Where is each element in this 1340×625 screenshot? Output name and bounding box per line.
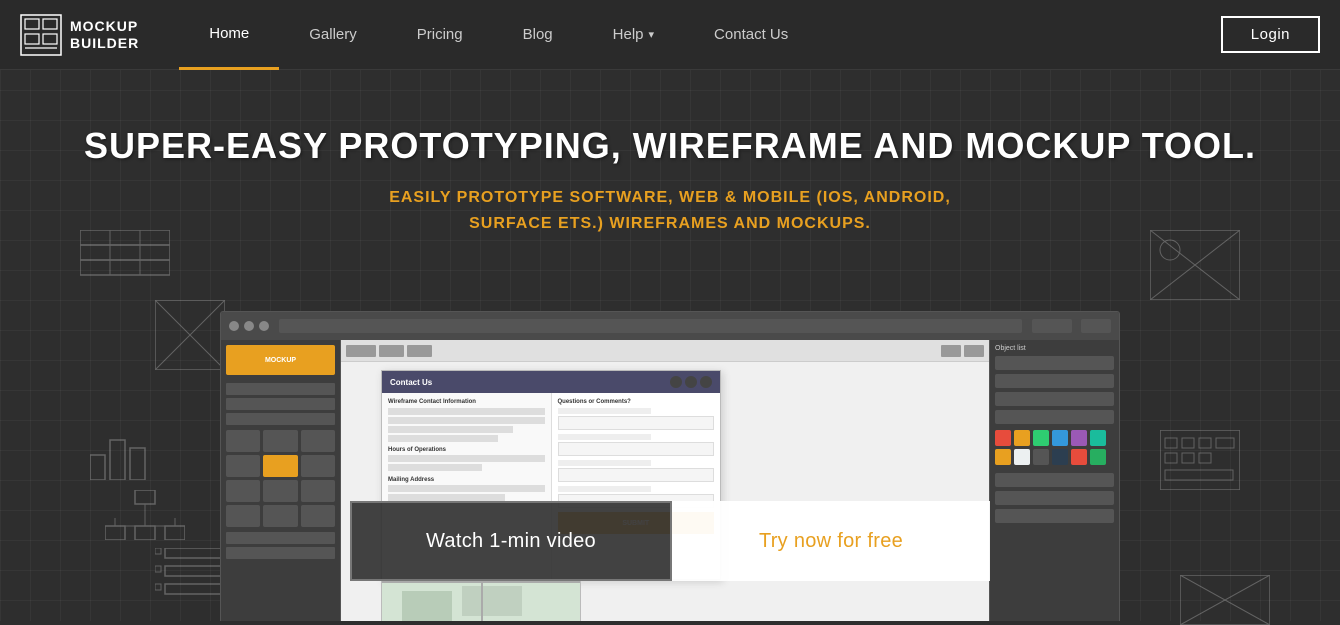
cta-container: Watch 1-min video Try now for free	[350, 501, 990, 581]
navbar: MOCKUP BUILDER Home Gallery Pricing Blog…	[0, 0, 1340, 70]
chevron-down-icon: ▾	[649, 28, 655, 41]
nav-gallery[interactable]: Gallery	[279, 0, 387, 70]
nav-help[interactable]: Help ▾	[583, 0, 684, 70]
hero-subtitle: EASILY PROTOTYPE SOFTWARE, WEB & MOBILE …	[0, 185, 1340, 236]
app-sidebar: MOCKUP	[221, 340, 341, 621]
app-topbar	[221, 312, 1119, 340]
app-right-panel: Object list	[989, 340, 1119, 621]
logo[interactable]: MOCKUP BUILDER	[20, 14, 139, 56]
hero-title: SUPER-EASY PROTOTYPING, WIREFRAME AND MO…	[0, 125, 1340, 167]
logo-icon	[20, 14, 62, 56]
nav-links: Home Gallery Pricing Blog Help ▾ Contact…	[179, 0, 1221, 70]
watch-video-button[interactable]: Watch 1-min video	[350, 501, 672, 581]
nav-blog[interactable]: Blog	[493, 0, 583, 70]
nav-pricing[interactable]: Pricing	[387, 0, 493, 70]
try-free-button[interactable]: Try now for free	[672, 501, 990, 581]
nav-contact[interactable]: Contact Us	[684, 0, 818, 70]
hero-section: SUPER-EASY PROTOTYPING, WIREFRAME AND MO…	[0, 70, 1340, 236]
nav-home[interactable]: Home	[179, 0, 279, 70]
logo-text: MOCKUP BUILDER	[70, 18, 139, 52]
login-button[interactable]: Login	[1221, 16, 1320, 53]
